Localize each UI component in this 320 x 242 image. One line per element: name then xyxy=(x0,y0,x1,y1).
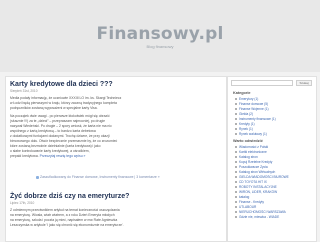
post: Żyć dobrze dziś czy na emeryturze? Lipie… xyxy=(10,193,220,228)
categories-title: Kategorie xyxy=(233,91,251,95)
site-header: Finansowy.pl Blog finansowy xyxy=(0,0,320,73)
post-line: prepaid kredytowa. xyxy=(10,154,39,158)
sidebar: Szukaj Kategorie Emerytury (1) Finanse do… xyxy=(227,76,317,242)
category-link-label: Instrumenty finansowe (1) xyxy=(239,117,276,121)
bullet-icon xyxy=(235,186,237,189)
bullet-icon xyxy=(235,118,237,121)
bullet-icon xyxy=(235,191,237,194)
links-title: Warto odwiedzić xyxy=(233,139,263,143)
sidebar-link-label: Katalog stron xyxy=(239,155,258,159)
bullet-icon xyxy=(235,171,237,174)
links-block: Warto odwiedzić Wiadomości z Polski Kartk… xyxy=(233,139,313,220)
bullet-icon xyxy=(235,216,237,219)
sidebar-link-label: katalog xyxy=(239,195,250,199)
search-input[interactable] xyxy=(231,80,293,86)
post-date: Sierpień 31st, 2010 xyxy=(10,89,38,93)
category-link-label: Rynek walutowy (1) xyxy=(239,132,267,136)
sidebar-link-label: CD TOYOTA HIT IX xyxy=(239,180,267,184)
links-list: Wiadomości z Polski Kartki elektroniczne K… xyxy=(233,145,313,220)
bullet-icon xyxy=(235,133,237,136)
comment-icon xyxy=(36,175,39,179)
search-form: Szukaj xyxy=(231,80,313,87)
sidebar-link-label: Wiadomości z Polski xyxy=(239,145,269,149)
sidebar-link[interactable]: Gdzie nie, mieszka - WIADE xyxy=(233,215,313,220)
bullet-icon xyxy=(235,166,237,169)
content-column: Karty kredytowe dla dzieci ??? Sierpień … xyxy=(5,76,227,242)
post-title[interactable]: Żyć dobrze dziś czy na emeryturze? xyxy=(10,193,220,201)
category-link-label: Emerytury (1) xyxy=(239,97,259,101)
categories-block: Kategorie Emerytury (1) Finanse domowe (5… xyxy=(233,91,313,137)
bullet-icon xyxy=(235,196,237,199)
sidebar-link-label: Kupuj Rzetelne Kredyty xyxy=(239,160,273,164)
post-meta: Zaszufladkowany do Finanse domowe, Instr… xyxy=(36,175,216,180)
post-date: Lipiec 17th, 2010 xyxy=(10,201,35,205)
category-link-label: Finanse Wojenne (1) xyxy=(239,107,269,111)
sidebar-link-label: Gdzie nie, mieszka - WIADE xyxy=(239,215,280,219)
bullet-icon xyxy=(235,211,237,214)
bullet-icon xyxy=(235,128,237,131)
sidebar-link-label: Finanse - Kredyty xyxy=(239,200,264,204)
bullet-icon xyxy=(235,206,237,209)
site-tagline: Blog finansowy xyxy=(146,44,174,49)
category-link-label: Rynek (1) xyxy=(239,127,253,131)
bullet-icon xyxy=(235,108,237,111)
sidebar-link-label: Poszukiwacze Zycia xyxy=(239,165,268,169)
bullet-icon xyxy=(235,201,237,204)
post-line: Leszczynska w artykule 'I jako się chron… xyxy=(10,223,124,227)
sidebar-link-label: UTLABOUR xyxy=(239,205,257,209)
bullet-icon xyxy=(235,181,237,184)
bullet-icon xyxy=(235,156,237,159)
bullet-icon xyxy=(235,146,237,149)
category-link-label: Finanse domowe (5) xyxy=(239,102,269,106)
bullet-icon xyxy=(235,151,237,154)
main-area: Karty kredytowe dla dzieci ??? Sierpień … xyxy=(0,72,320,242)
category-link-label: Kredyty (1) xyxy=(239,122,255,126)
post-meta-text[interactable]: Zaszufladkowany do Finanse domowe, Instr… xyxy=(40,175,160,179)
site-title[interactable]: Finansowy.pl xyxy=(0,24,320,44)
sidebar-link-label: Katalog stron Wirtualnych xyxy=(239,170,276,174)
post-body: Z odmiennym przeciwnikiem artykuł na tem… xyxy=(10,208,220,228)
post-body: Media podały informację, że uczniowie XX… xyxy=(10,96,220,159)
sidebar-link-label: NIERUCHOMOŚCI WARSZAWA xyxy=(239,210,286,214)
post: Karty kredytowe dla dzieci ??? Sierpień … xyxy=(10,81,220,159)
sidebar-link-label: Kartki elektroniczne xyxy=(239,150,267,154)
read-more-link[interactable]: Przeczytaj resztę tego wpisu » xyxy=(40,154,86,158)
category-link[interactable]: Rynek walutowy (1) xyxy=(233,132,313,137)
bullet-icon xyxy=(235,123,237,126)
sidebar-link-label: GIELDA WIADOMOŚCI BIUROWE xyxy=(239,175,289,179)
post-title[interactable]: Karty kredytowe dla dzieci ??? xyxy=(10,81,220,89)
search-button[interactable]: Szukaj xyxy=(296,80,312,86)
category-link-label: Giełda (2) xyxy=(239,112,253,116)
sidebar-link-label: ROBOTY INSTALACYJNE xyxy=(239,185,277,189)
bullet-icon xyxy=(235,113,237,116)
bullet-icon xyxy=(235,103,237,106)
sidebar-link-label: WIRON, LIDER, KRAKÓW xyxy=(239,190,278,194)
bullet-icon xyxy=(235,161,237,164)
bullet-icon xyxy=(235,176,237,179)
categories-list: Emerytury (1) Finanse domowe (5) Finanse W… xyxy=(233,97,313,137)
bullet-icon xyxy=(235,98,237,101)
